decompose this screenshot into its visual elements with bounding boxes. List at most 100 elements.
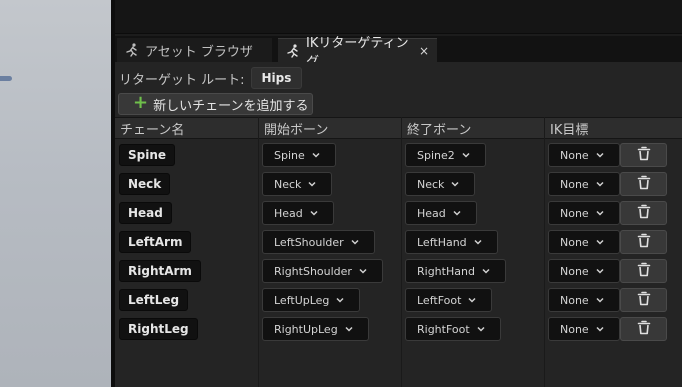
add-chain-label: 新しいチェーンを追加する xyxy=(153,98,309,114)
end-bone-dropdown[interactable]: RightFoot xyxy=(405,317,501,341)
ik-goal-dropdown[interactable]: None xyxy=(548,201,620,225)
column-header-ik-goal[interactable]: IK目標 xyxy=(544,118,682,139)
ik-goal-value: None xyxy=(560,322,589,336)
running-figure-icon xyxy=(125,43,139,57)
end-bone-dropdown[interactable]: Head xyxy=(405,201,477,225)
end-bone-dropdown[interactable]: LeftHand xyxy=(405,230,498,254)
chevron-down-icon xyxy=(350,237,360,247)
chain-name[interactable]: LeftArm xyxy=(119,231,192,253)
ik-goal-value: None xyxy=(560,293,589,307)
chain-name[interactable]: RightArm xyxy=(119,260,201,282)
tab-asset-browser[interactable]: アセット ブラウザ xyxy=(117,38,272,62)
viewport-mesh-fragment xyxy=(0,76,12,81)
ik-goal-dropdown[interactable]: None xyxy=(548,172,620,196)
delete-chain-button[interactable] xyxy=(620,317,667,341)
chevron-down-icon xyxy=(309,208,319,218)
start-bone-value: LeftShoulder xyxy=(274,235,344,249)
trash-icon xyxy=(637,320,651,339)
start-bone-dropdown[interactable]: LeftUpLeg xyxy=(262,288,361,312)
retarget-root-value[interactable]: Hips xyxy=(250,67,303,89)
chevron-down-icon xyxy=(344,324,354,334)
toolbar-area xyxy=(115,0,682,34)
start-bone-dropdown[interactable]: Neck xyxy=(262,172,333,196)
ik-goal-value: None xyxy=(560,235,589,249)
chain-name[interactable]: Spine xyxy=(119,144,176,166)
chevron-down-icon xyxy=(473,237,483,247)
chevron-down-icon xyxy=(335,295,345,305)
delete-chain-button[interactable] xyxy=(620,230,667,254)
start-bone-dropdown[interactable]: Spine xyxy=(262,143,336,167)
delete-chain-button[interactable] xyxy=(620,143,667,167)
end-bone-dropdown[interactable]: Spine2 xyxy=(405,143,486,167)
delete-chain-button[interactable] xyxy=(620,288,667,312)
end-bone-dropdown[interactable]: LeftFoot xyxy=(405,288,493,312)
retarget-root-row: リターゲット ルート: Hips xyxy=(119,67,303,89)
ik-goal-dropdown[interactable]: None xyxy=(548,317,620,341)
end-bone-dropdown[interactable]: RightHand xyxy=(405,259,506,283)
delete-chain-button[interactable] xyxy=(620,259,667,283)
trash-icon xyxy=(637,233,651,252)
ik-goal-dropdown[interactable]: None xyxy=(548,143,620,167)
start-bone-dropdown[interactable]: RightShoulder xyxy=(262,259,383,283)
end-bone-value: LeftFoot xyxy=(417,293,462,307)
chain-table-header: チェーン名 開始ボーン 終了ボーン IK目標 xyxy=(115,117,682,139)
retarget-content: リターゲット ルート: Hips + 新しいチェーンを追加する チェーン名 開始… xyxy=(115,62,682,387)
end-bone-value: Head xyxy=(417,206,446,220)
chevron-down-icon xyxy=(595,324,605,334)
chevron-down-icon xyxy=(358,266,368,276)
chain-name[interactable]: Neck xyxy=(119,173,171,195)
delete-chain-button[interactable] xyxy=(620,172,667,196)
plus-icon: + xyxy=(133,92,149,113)
delete-chain-button[interactable] xyxy=(620,201,667,225)
close-icon[interactable]: × xyxy=(419,44,429,58)
trash-icon xyxy=(637,146,651,165)
trash-icon xyxy=(637,204,651,223)
tab-strip: アセット ブラウザ IKリターゲティング × xyxy=(115,36,682,70)
tab-ik-retargeting[interactable]: IKリターゲティング × xyxy=(278,36,437,70)
end-bone-dropdown[interactable]: Neck xyxy=(405,172,476,196)
start-bone-value: RightUpLeg xyxy=(274,322,338,336)
start-bone-value: Spine xyxy=(274,148,305,162)
column-header-chain-name[interactable]: チェーン名 xyxy=(115,118,258,139)
column-header-start-bone[interactable]: 開始ボーン xyxy=(258,118,401,139)
start-bone-dropdown[interactable]: Head xyxy=(262,201,334,225)
ik-goal-dropdown[interactable]: None xyxy=(548,259,620,283)
start-bone-value: LeftUpLeg xyxy=(274,293,330,307)
end-bone-value: Spine2 xyxy=(417,148,455,162)
start-bone-dropdown[interactable]: RightUpLeg xyxy=(262,317,369,341)
ik-goal-value: None xyxy=(560,264,589,278)
chevron-down-icon xyxy=(595,295,605,305)
chain-name[interactable]: LeftLeg xyxy=(119,289,189,311)
chain-name[interactable]: RightLeg xyxy=(119,318,198,340)
column-header-end-bone[interactable]: 終了ボーン xyxy=(401,118,544,139)
add-chain-button[interactable]: + 新しいチェーンを追加する xyxy=(118,93,313,115)
start-bone-value: Neck xyxy=(274,177,302,191)
ik-goal-value: None xyxy=(560,148,589,162)
chevron-down-icon xyxy=(595,179,605,189)
table-row: LeftArm LeftShoulder LeftHand None xyxy=(115,227,682,256)
end-bone-value: Neck xyxy=(417,177,445,191)
table-row: RightLeg RightUpLeg RightFoot None xyxy=(115,314,682,343)
start-bone-dropdown[interactable]: LeftShoulder xyxy=(262,230,375,254)
tab-label: アセット ブラウザ xyxy=(145,44,253,60)
viewport-background xyxy=(0,0,111,387)
chevron-down-icon xyxy=(476,324,486,334)
chevron-down-icon xyxy=(595,208,605,218)
end-bone-value: LeftHand xyxy=(417,235,467,249)
ik-goal-dropdown[interactable]: None xyxy=(548,230,620,254)
chevron-down-icon xyxy=(595,150,605,160)
start-bone-value: RightShoulder xyxy=(274,264,352,278)
table-row: Spine Spine Spine2 None xyxy=(115,140,682,169)
ik-goal-dropdown[interactable]: None xyxy=(548,288,620,312)
table-row: LeftLeg LeftUpLeg LeftFoot None xyxy=(115,285,682,314)
end-bone-value: RightHand xyxy=(417,264,475,278)
table-row: RightArm RightShoulder RightHand None xyxy=(115,256,682,285)
chain-name[interactable]: Head xyxy=(119,202,172,224)
trash-icon xyxy=(637,291,651,310)
start-bone-value: Head xyxy=(274,206,303,220)
ik-goal-value: None xyxy=(560,177,589,191)
chevron-down-icon xyxy=(311,150,321,160)
chevron-down-icon xyxy=(307,179,317,189)
chevron-down-icon xyxy=(595,237,605,247)
table-row: Neck Neck Neck None xyxy=(115,169,682,198)
